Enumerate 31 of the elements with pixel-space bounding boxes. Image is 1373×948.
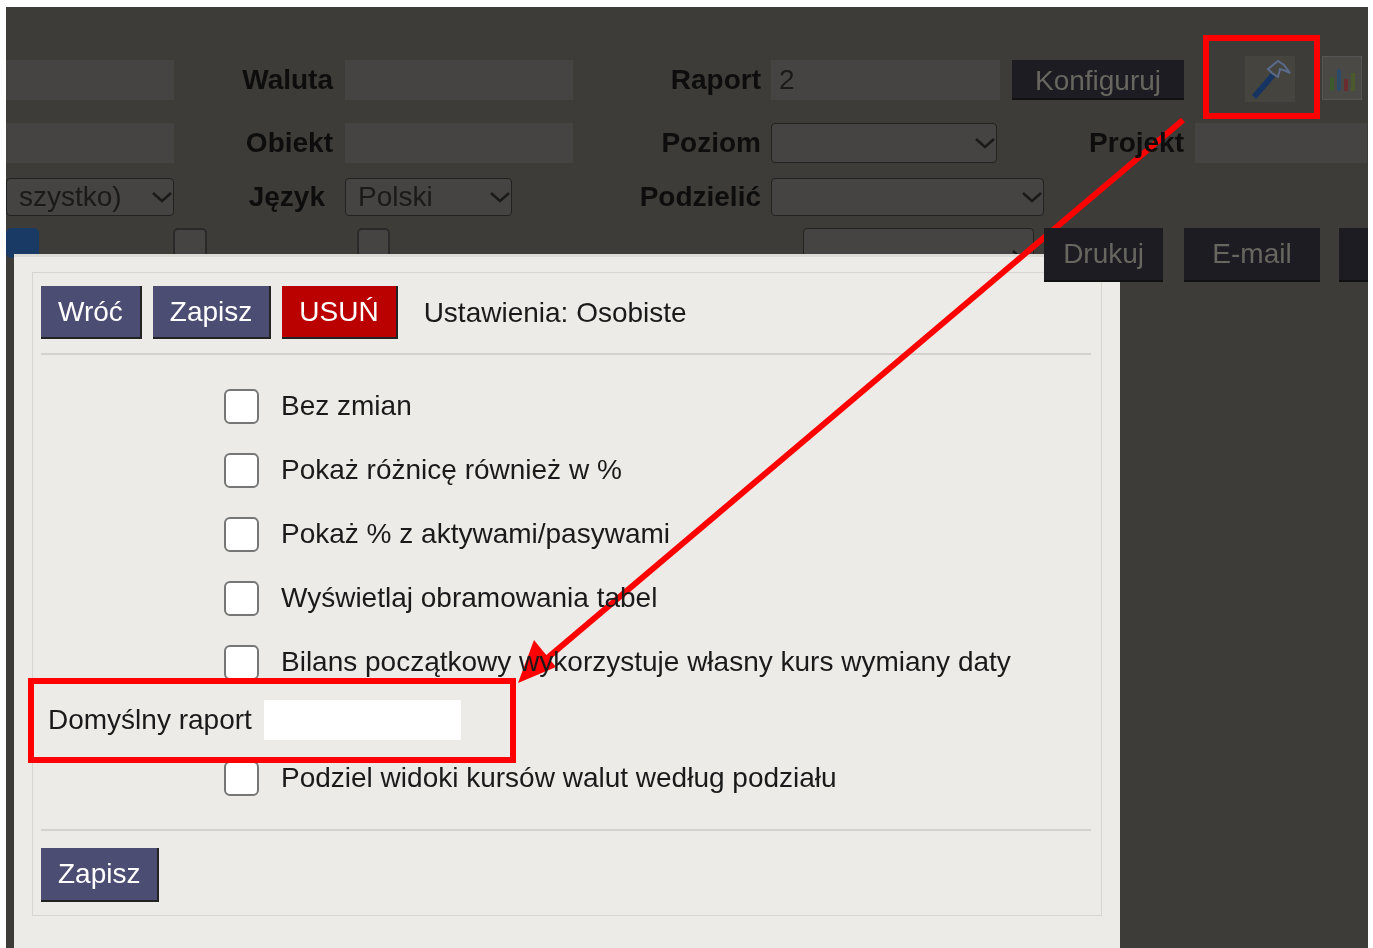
checkbox[interactable]: [224, 516, 259, 552]
dialog-title: Ustawienia: Osobiste: [423, 295, 687, 330]
chart-icon[interactable]: [1322, 56, 1362, 100]
option-label: Bez zmian: [281, 389, 412, 423]
save-button[interactable]: Zapisz: [41, 848, 160, 902]
checkbox[interactable]: [224, 452, 259, 488]
chevron-down-icon: [151, 191, 173, 203]
checkbox[interactable]: [224, 580, 259, 616]
dropdown[interactable]: [771, 178, 1044, 216]
checkbox[interactable]: [224, 388, 259, 424]
dialog-button[interactable]: USUŃ: [282, 286, 398, 339]
toolbar-button[interactable]: [1338, 228, 1368, 282]
toolbar-button[interactable]: Konfiguruj: [1012, 60, 1184, 100]
text-field[interactable]: [1195, 123, 1367, 163]
checkbox[interactable]: [6, 228, 40, 258]
dialog-button[interactable]: Wróć: [41, 286, 142, 339]
chevron-down-icon: [489, 191, 511, 203]
option-label: Pokaż różnicę również w %: [281, 453, 622, 487]
toolbar-button[interactable]: E-mail: [1184, 228, 1320, 282]
chevron-down-icon: [1021, 191, 1043, 203]
chevron-down-icon: [974, 137, 996, 149]
option-label: Podziel widoki kursów walut według podziału: [281, 761, 837, 795]
text-field[interactable]: [6, 60, 174, 100]
text-field[interactable]: [263, 700, 461, 740]
dialog-button[interactable]: Zapisz: [152, 286, 272, 339]
option-label: Pokaż % z aktywami/pasywami: [281, 517, 670, 551]
dropdown[interactable]: [771, 123, 997, 163]
field-label: Domyślny raport: [48, 703, 252, 737]
checkbox[interactable]: [224, 644, 259, 680]
text-field[interactable]: [6, 123, 174, 163]
toolbar-button[interactable]: Drukuj: [1043, 228, 1164, 282]
